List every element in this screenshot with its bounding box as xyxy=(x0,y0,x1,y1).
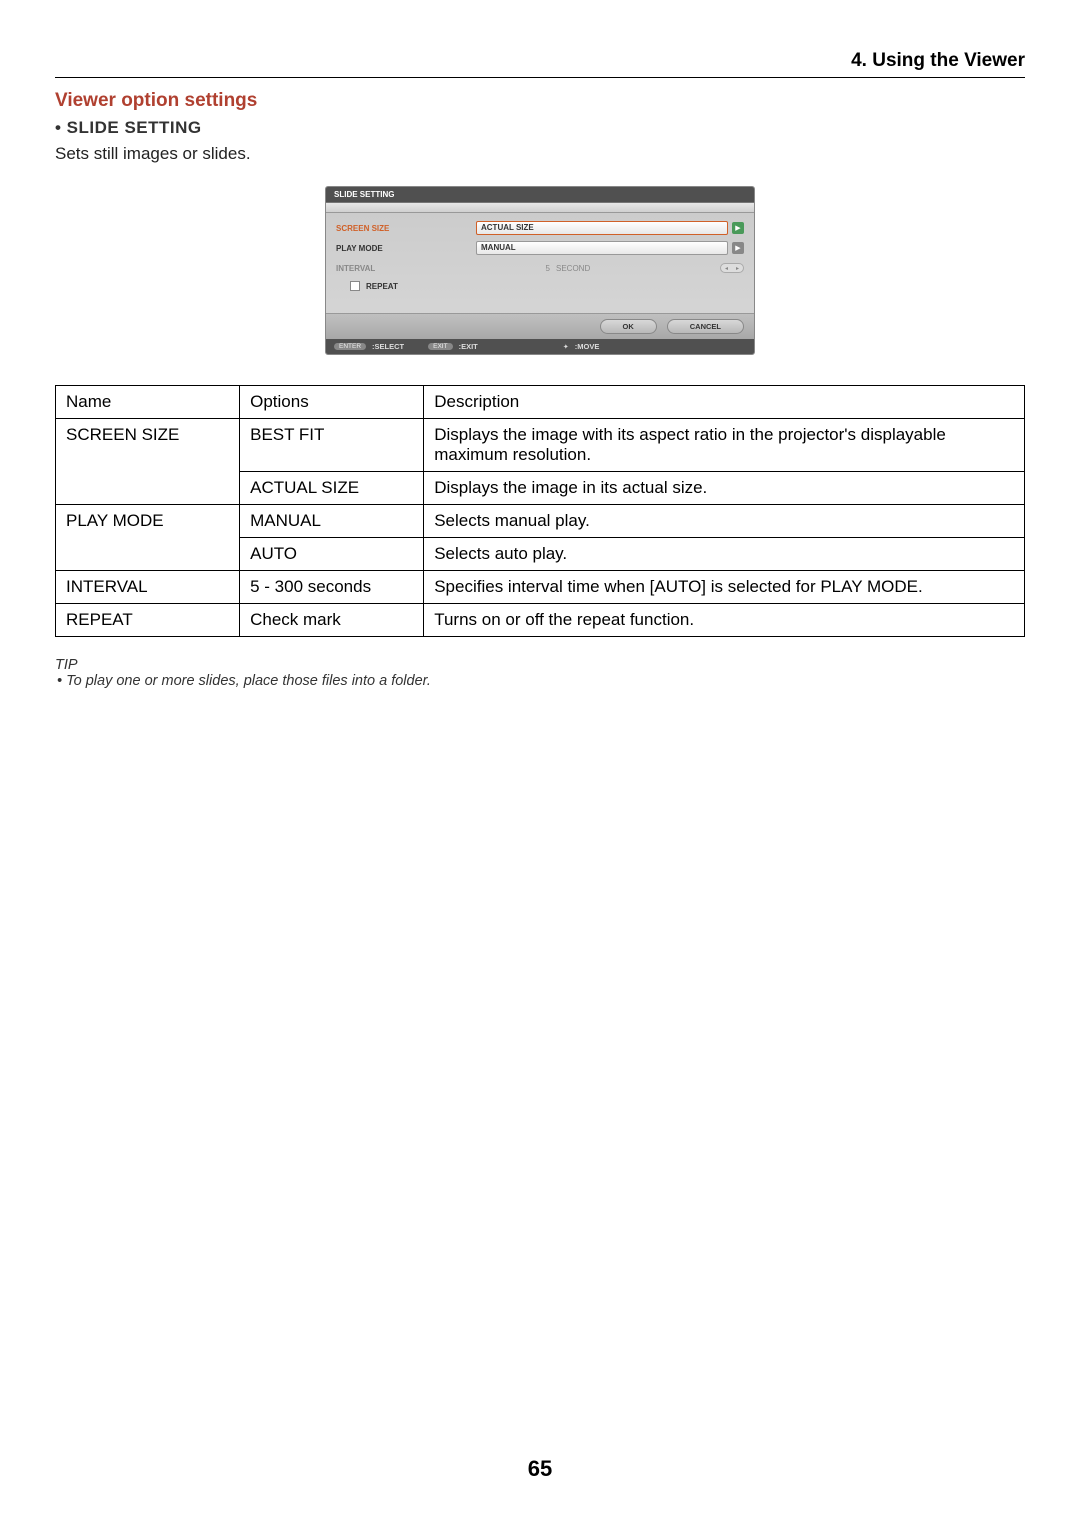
screen-size-label: SCREEN SIZE xyxy=(336,224,476,233)
th-name: Name xyxy=(56,386,240,419)
td-desc: Turns on or off the repeat function. xyxy=(424,604,1025,637)
screen-size-value: ACTUAL SIZE xyxy=(481,222,534,234)
play-mode-label: PLAY MODE xyxy=(336,244,476,253)
play-mode-select[interactable]: MANUAL xyxy=(476,241,728,255)
td-desc: Specifies interval time when [AUTO] is s… xyxy=(424,571,1025,604)
exit-pill-icon: EXIT xyxy=(428,343,452,350)
ok-button[interactable]: OK xyxy=(600,319,657,334)
footer-move: :MOVE xyxy=(575,342,600,351)
th-description: Description xyxy=(424,386,1025,419)
screen-size-select[interactable]: ACTUAL SIZE xyxy=(476,221,728,235)
section-description: Sets still images or slides. xyxy=(55,144,1025,164)
td-desc: Selects manual play. xyxy=(424,505,1025,538)
td-option: BEST FIT xyxy=(240,419,424,472)
chapter-title: 4. Using the Viewer xyxy=(851,50,1025,72)
page-number: 65 xyxy=(0,1456,1080,1482)
move-arrows-icon: ✦ xyxy=(563,343,569,351)
cancel-button[interactable]: CANCEL xyxy=(667,319,744,334)
options-table: Name Options Description SCREEN SIZE BES… xyxy=(55,385,1025,637)
repeat-checkbox[interactable] xyxy=(350,281,360,291)
interval-value: 5 xyxy=(476,264,556,273)
td-option: 5 - 300 seconds xyxy=(240,571,424,604)
arrow-right-icon[interactable]: ▶ xyxy=(732,222,744,234)
panel-footer: ENTER :SELECT EXIT :EXIT ✦ :MOVE xyxy=(326,339,754,354)
td-option: MANUAL xyxy=(240,505,424,538)
footer-exit: :EXIT xyxy=(459,342,478,351)
td-name: PLAY MODE xyxy=(56,505,240,571)
slide-setting-panel: SLIDE SETTING SCREEN SIZE ACTUAL SIZE ▶ … xyxy=(325,186,755,355)
interval-unit: SECOND xyxy=(556,264,720,273)
panel-tab-row xyxy=(326,203,754,213)
play-mode-row[interactable]: PLAY MODE MANUAL ▶ xyxy=(336,239,744,257)
screen-size-row[interactable]: SCREEN SIZE ACTUAL SIZE ▶ xyxy=(336,219,744,237)
td-option: AUTO xyxy=(240,538,424,571)
td-desc: Displays the image with its aspect ratio… xyxy=(424,419,1025,472)
td-desc: Selects auto play. xyxy=(424,538,1025,571)
enter-pill-icon: ENTER xyxy=(334,343,366,350)
td-option: ACTUAL SIZE xyxy=(240,472,424,505)
play-mode-value: MANUAL xyxy=(481,242,516,254)
repeat-label: REPEAT xyxy=(366,282,398,291)
td-name: INTERVAL xyxy=(56,571,240,604)
left-right-icon[interactable]: ◂▸ xyxy=(720,263,744,273)
td-option: Check mark xyxy=(240,604,424,637)
td-name: SCREEN SIZE xyxy=(56,419,240,505)
td-desc: Displays the image in its actual size. xyxy=(424,472,1025,505)
subsection-title: • SLIDE SETTING xyxy=(55,118,1025,138)
interval-label: INTERVAL xyxy=(336,264,476,273)
section-title: Viewer option settings xyxy=(55,90,1025,112)
th-options: Options xyxy=(240,386,424,419)
tip-text: • To play one or more slides, place thos… xyxy=(55,673,1025,689)
td-name: REPEAT xyxy=(56,604,240,637)
repeat-row[interactable]: REPEAT xyxy=(350,281,744,291)
arrow-right-icon[interactable]: ▶ xyxy=(732,242,744,254)
panel-title: SLIDE SETTING xyxy=(326,187,754,203)
tip-label: TIP xyxy=(55,657,1025,673)
interval-row[interactable]: INTERVAL 5 SECOND ◂▸ xyxy=(336,259,744,277)
footer-select: :SELECT xyxy=(372,342,404,351)
